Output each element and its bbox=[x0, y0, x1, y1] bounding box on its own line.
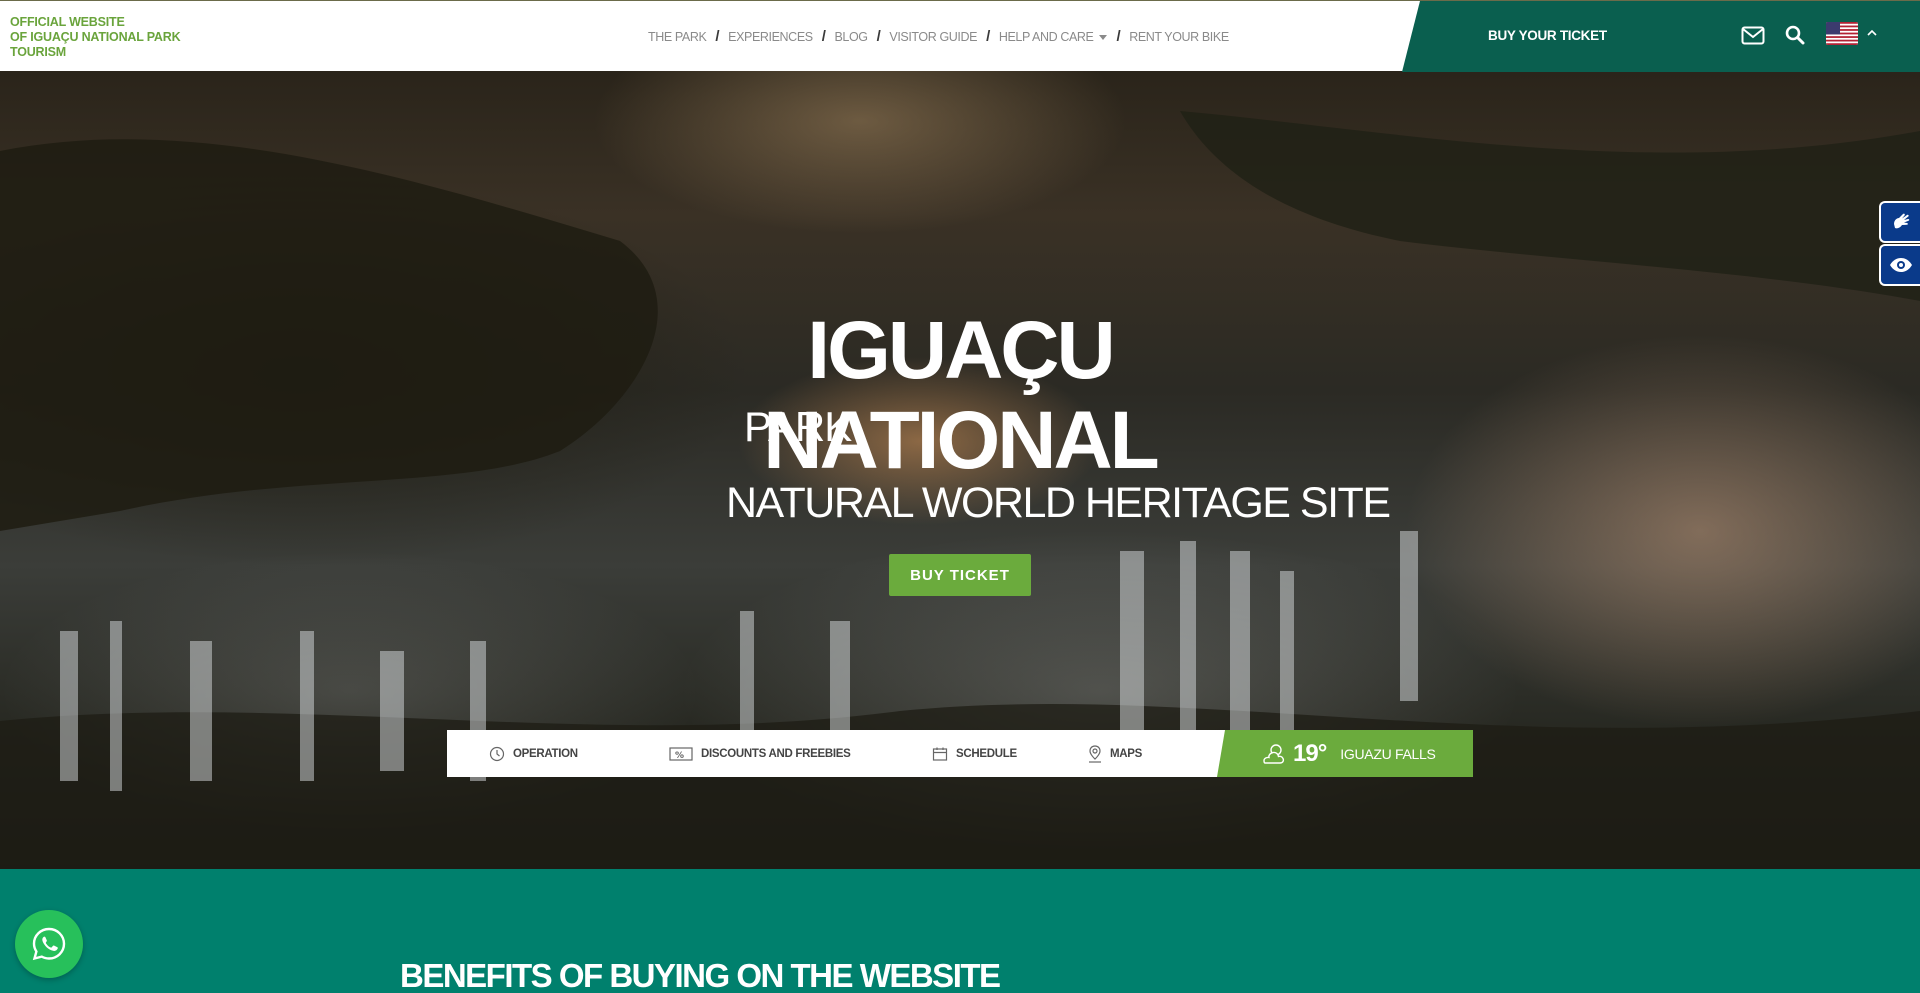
nav-rent-your-bike[interactable]: RENT YOUR BIKE bbox=[1129, 30, 1229, 44]
us-flag-icon[interactable] bbox=[1826, 22, 1858, 45]
nav-help-and-care-label: HELP AND CARE bbox=[998, 29, 1094, 44]
operation-label: OPERATION bbox=[513, 747, 578, 760]
discounts-label: DISCOUNTS AND FREEBIES bbox=[701, 747, 851, 760]
brand-line-3: TOURISM bbox=[10, 45, 67, 59]
caret-down-icon bbox=[1099, 35, 1108, 40]
nav-the-park[interactable]: THE PARK bbox=[648, 30, 707, 44]
hero-subtitle-heritage: NATURAL WORLD HERITAGE SITE bbox=[726, 479, 1391, 527]
discounts-link[interactable]: % DISCOUNTS AND FREEBIES bbox=[669, 730, 851, 777]
info-bar: OPERATION % DISCOUNTS AND FREEBIES SCHED… bbox=[447, 730, 1473, 777]
svg-text:%: % bbox=[675, 751, 684, 761]
buy-ticket-button[interactable]: BUY TICKET bbox=[889, 554, 1031, 596]
benefits-section: BENEFITS OF BUYING ON THE WEBSITE bbox=[0, 869, 1920, 993]
main-nav: THE PARK / EXPERIENCES / BLOG / VISITOR … bbox=[648, 28, 1229, 45]
cloud-sun-icon bbox=[1263, 743, 1285, 764]
nav-experiences[interactable]: EXPERIENCES bbox=[728, 30, 813, 44]
buy-your-ticket-link[interactable]: BUY YOUR TICKET bbox=[1488, 28, 1607, 43]
weather-temperature: 19° bbox=[1293, 739, 1327, 767]
operation-link[interactable]: OPERATION bbox=[489, 730, 578, 777]
sign-language-accessibility-button[interactable] bbox=[1879, 201, 1920, 243]
schedule-link[interactable]: SCHEDULE bbox=[932, 730, 1017, 777]
benefits-title-bold: BUYING ON THE WEBSITE bbox=[609, 957, 1001, 993]
weather-widget[interactable]: 19° IGUAZU FALLS bbox=[1217, 730, 1473, 777]
chevron-up-icon[interactable] bbox=[1866, 26, 1878, 38]
hero-subtitle-park: PARK bbox=[744, 403, 852, 450]
search-icon[interactable] bbox=[1781, 21, 1809, 49]
nav-help-and-care[interactable]: HELP AND CARE bbox=[999, 30, 1108, 44]
hero-title: IGUAÇU NATIONAL bbox=[763, 305, 1160, 486]
mail-icon[interactable] bbox=[1739, 21, 1767, 49]
nav-blog[interactable]: BLOG bbox=[834, 30, 868, 44]
clock-icon bbox=[489, 746, 505, 761]
nav-separator: / bbox=[715, 28, 720, 45]
eye-icon bbox=[1889, 258, 1912, 272]
benefits-title-light: BENEFITS OF bbox=[400, 957, 610, 993]
nav-separator: / bbox=[821, 28, 826, 45]
whatsapp-icon bbox=[32, 927, 66, 961]
weather-city: IGUAZU FALLS bbox=[1340, 745, 1436, 762]
nav-separator: / bbox=[876, 28, 881, 45]
visual-accessibility-button[interactable] bbox=[1879, 244, 1920, 286]
nav-visitor-guide[interactable]: VISITOR GUIDE bbox=[889, 30, 977, 44]
map-pin-icon bbox=[1089, 744, 1101, 763]
schedule-label: SCHEDULE bbox=[956, 747, 1017, 760]
whatsapp-chat-button[interactable] bbox=[15, 910, 83, 978]
site-logo-text[interactable]: OFFICIAL WEBSITE OF IGUAÇU NATIONAL PARK… bbox=[10, 15, 200, 60]
hero-section: IGUAÇU NATIONAL PARK NATURAL WORLD HERIT… bbox=[0, 71, 1920, 869]
brand-line-2: OF IGUAÇU NATIONAL PARK bbox=[10, 30, 181, 44]
site-header: OFFICIAL WEBSITE OF IGUAÇU NATIONAL PARK… bbox=[0, 0, 1920, 72]
benefits-title: BENEFITS OF BUYING ON THE WEBSITE bbox=[400, 957, 1001, 993]
percent-ticket-icon: % bbox=[669, 746, 693, 761]
calendar-icon bbox=[932, 747, 948, 761]
nav-separator: / bbox=[1116, 28, 1121, 45]
maps-link[interactable]: MAPS bbox=[1088, 730, 1142, 777]
brand-line-1: OFFICIAL WEBSITE bbox=[10, 15, 125, 29]
sign-language-hand-icon bbox=[1893, 213, 1909, 229]
nav-separator: / bbox=[986, 28, 990, 45]
maps-label: MAPS bbox=[1110, 747, 1143, 760]
